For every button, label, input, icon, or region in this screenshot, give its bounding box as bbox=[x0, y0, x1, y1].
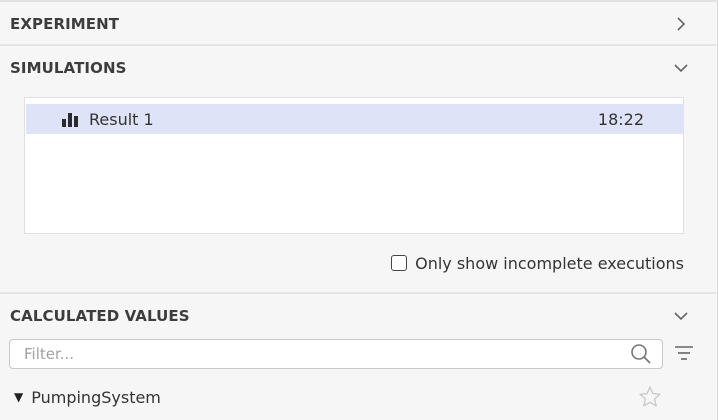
simulations-section-header[interactable]: SIMULATIONS bbox=[0, 46, 716, 90]
incomplete-executions-label[interactable]: Only show incomplete executions bbox=[415, 254, 684, 273]
side-panel: EXPERIMENT SIMULATIONS Result 1 18:22 On… bbox=[0, 0, 718, 420]
simulations-list[interactable]: Result 1 18:22 bbox=[24, 97, 684, 234]
tree-item-label: PumpingSystem bbox=[31, 387, 161, 407]
simulation-result-row[interactable]: Result 1 18:22 bbox=[26, 104, 684, 134]
filter-input[interactable] bbox=[10, 345, 630, 363]
search-icon[interactable] bbox=[630, 343, 652, 365]
simulation-time: 18:22 bbox=[597, 109, 644, 129]
calculated-values-section-header[interactable]: CALCULATED VALUES bbox=[0, 294, 716, 338]
tree-item-pumpingsystem[interactable]: ▼ PumpingSystem bbox=[14, 384, 684, 410]
experiment-section-title: EXPERIMENT bbox=[10, 15, 120, 33]
calculated-values-section-title: CALCULATED VALUES bbox=[10, 307, 190, 325]
incomplete-executions-checkbox[interactable] bbox=[391, 255, 408, 271]
filter-field[interactable] bbox=[9, 339, 663, 369]
simulations-section-title: SIMULATIONS bbox=[10, 59, 127, 77]
star-icon[interactable] bbox=[638, 385, 662, 409]
expand-caret-icon[interactable]: ▼ bbox=[14, 390, 23, 404]
filter-options-icon[interactable] bbox=[674, 344, 694, 362]
incomplete-executions-toggle[interactable]: Only show incomplete executions bbox=[391, 252, 684, 274]
experiment-section-header[interactable]: EXPERIMENT bbox=[0, 2, 716, 46]
chevron-right-icon[interactable] bbox=[672, 15, 690, 33]
chevron-down-icon[interactable] bbox=[672, 307, 690, 325]
simulation-name: Result 1 bbox=[89, 109, 154, 129]
bar-chart-icon bbox=[62, 111, 80, 127]
chevron-down-icon[interactable] bbox=[672, 59, 690, 77]
